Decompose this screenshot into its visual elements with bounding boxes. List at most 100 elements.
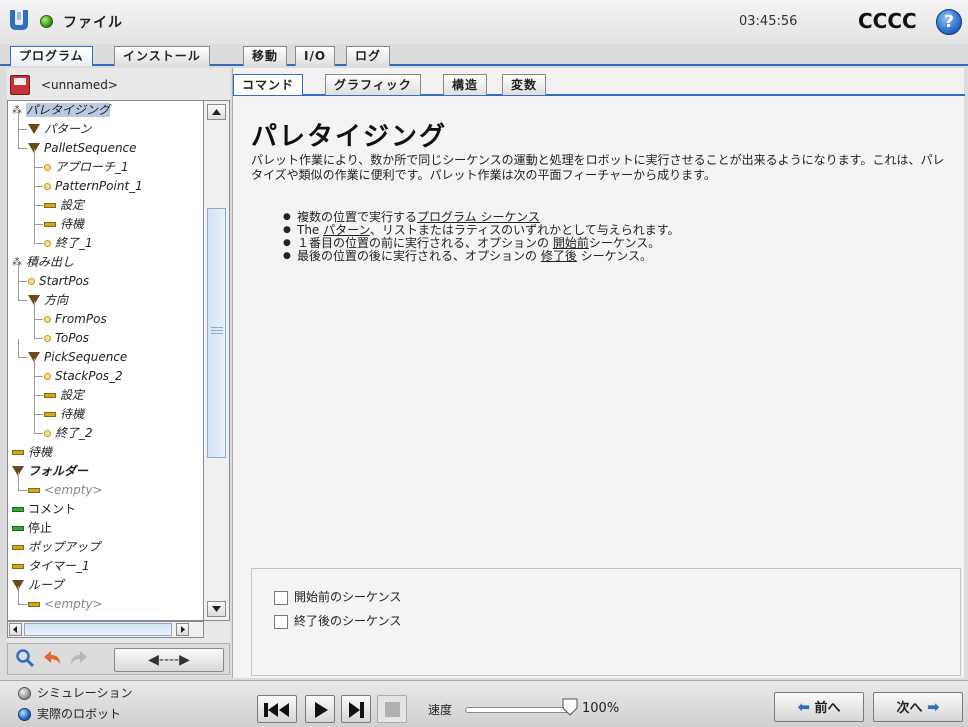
tree-node[interactable]: PatternPoint_1 xyxy=(44,177,143,196)
tree-node-label: <empty> xyxy=(44,483,103,497)
scroll-down-button[interactable] xyxy=(207,601,226,617)
before-start-link[interactable]: 開始前 xyxy=(553,236,589,250)
tree-node-label: PalletSequence xyxy=(44,141,137,155)
tree-node[interactable]: フォルダー xyxy=(12,462,88,481)
tree-node-label: ループ xyxy=(28,578,64,592)
real-robot-mode-option[interactable]: 実際のロボット xyxy=(18,706,121,722)
scroll-up-icon xyxy=(212,109,221,115)
tree-node-label: タイマー_1 xyxy=(28,559,90,573)
tree-node[interactable]: 待機 xyxy=(12,443,52,462)
tree-node[interactable]: 終了_1 xyxy=(44,234,93,253)
tab-program[interactable]: プログラム xyxy=(10,46,93,66)
scroll-right-button[interactable] xyxy=(176,623,189,636)
tree-node-label: パレタイジング xyxy=(26,103,111,117)
tab-structure[interactable]: 構造 xyxy=(443,74,488,95)
pallet-icon: ⁂ xyxy=(12,256,22,268)
tree-node[interactable]: 終了_2 xyxy=(44,424,93,443)
bar-icon xyxy=(44,222,56,227)
tree-node[interactable]: StartPos xyxy=(28,272,89,291)
sub-tab-bar: コマンド グラフィック 構造 変数 xyxy=(233,74,965,96)
step-button[interactable] xyxy=(341,695,371,723)
tree-node[interactable]: コメント xyxy=(12,500,76,519)
tab-command[interactable]: コマンド xyxy=(233,74,304,95)
file-menu[interactable]: ファイル xyxy=(63,12,123,32)
tree-node[interactable]: 停止 xyxy=(12,519,52,538)
description-text: パレット作業により、数か所で同じシーケンスの運動と処理をロボットに実行させること… xyxy=(251,153,945,182)
tree-node[interactable]: アプローチ_1 xyxy=(44,158,129,177)
tab-graphics[interactable]: グラフィック xyxy=(325,74,421,95)
feature-list: 複数の位置で実行するプログラム シーケンス The パターン、リストまたはラティ… xyxy=(283,210,943,264)
tree-node-label: パターン xyxy=(44,122,92,136)
tree-node-label: 積み出し xyxy=(26,255,75,269)
tree-node[interactable]: ポップアップ xyxy=(12,538,100,557)
program-tree[interactable]: ⁂ パレタイジング パターン PalletSequence アプローチ_1 Pattern… xyxy=(7,100,204,621)
speed-slider-handle[interactable] xyxy=(562,698,578,716)
simulation-radio-icon[interactable] xyxy=(18,687,31,700)
program-sequence-link[interactable]: プログラム シーケンス xyxy=(417,210,540,224)
tree-node[interactable]: FromPos xyxy=(44,310,107,329)
tree-node[interactable]: <empty> xyxy=(28,595,103,614)
tree-node[interactable]: 設定 xyxy=(44,386,84,405)
ur-logo-icon xyxy=(10,10,28,30)
tree-node[interactable]: ⁂ 積み出し xyxy=(12,253,74,272)
rewind-button[interactable] xyxy=(257,695,297,723)
tree-node[interactable]: 待機 xyxy=(44,405,84,424)
tab-log[interactable]: ログ xyxy=(346,46,391,66)
tree-node-label: 設定 xyxy=(60,388,85,402)
next-button[interactable]: 次へ ➡ xyxy=(873,692,963,722)
clock: 03:45:56 xyxy=(739,14,798,29)
tree-horizontal-scrollbar[interactable] xyxy=(7,621,204,638)
redo-icon[interactable] xyxy=(68,648,90,670)
tree-node[interactable]: タイマー_1 xyxy=(12,557,90,576)
after-sequence-checkbox[interactable] xyxy=(274,614,288,629)
previous-button[interactable]: ⬅ 前へ xyxy=(774,692,864,722)
tree-node[interactable]: 待機 xyxy=(44,215,84,234)
tree-node[interactable]: パターン xyxy=(28,120,91,139)
save-icon[interactable] xyxy=(10,75,30,95)
tree-node-label: 待機 xyxy=(28,445,53,459)
triangle-icon xyxy=(28,123,40,134)
after-end-link[interactable]: 修了後 xyxy=(541,249,577,263)
tree-node[interactable]: <empty> xyxy=(28,481,103,500)
undo-icon[interactable] xyxy=(41,648,63,670)
tree-node[interactable]: ⁂ パレタイジング xyxy=(12,101,111,120)
search-icon[interactable] xyxy=(14,648,36,670)
arrow-left-icon: ⬅ xyxy=(797,698,811,716)
move-node-button[interactable]: ◀----▶ xyxy=(114,648,224,672)
before-sequence-option[interactable]: 開始前のシーケンス xyxy=(274,589,401,607)
tree-node[interactable]: ToPos xyxy=(44,329,89,348)
tree-vertical-scrollbar[interactable] xyxy=(204,100,230,621)
tree-node[interactable]: PalletSequence xyxy=(28,139,137,158)
tree-node-label: コメント xyxy=(28,502,77,516)
stop-icon xyxy=(385,702,400,717)
tree-node[interactable]: PickSequence xyxy=(28,348,127,367)
tree-node-label: 停止 xyxy=(28,521,53,535)
hscroll-thumb[interactable] xyxy=(24,623,172,636)
scroll-thumb[interactable] xyxy=(207,208,226,458)
play-icon xyxy=(315,702,328,718)
simulation-mode-option[interactable]: シミュレーション xyxy=(18,685,133,701)
help-icon[interactable]: ? xyxy=(936,9,962,35)
before-sequence-checkbox[interactable] xyxy=(274,590,288,605)
play-button[interactable] xyxy=(305,695,335,723)
program-name: <unnamed> xyxy=(41,78,118,92)
scroll-up-button[interactable] xyxy=(207,104,226,120)
tab-io[interactable]: I/O xyxy=(295,46,336,66)
footer-bar: シミュレーション 実際のロボット 速度 100% ⬅ 前へ 次へ ➡ xyxy=(0,680,968,727)
real-robot-radio-icon[interactable] xyxy=(18,708,31,721)
tab-move[interactable]: 移動 xyxy=(243,46,288,66)
tree-node[interactable]: StackPos_2 xyxy=(44,367,123,386)
stop-button[interactable] xyxy=(377,695,407,723)
speed-label: 速度 xyxy=(428,703,453,717)
after-sequence-option[interactable]: 終了後のシーケンス xyxy=(274,613,401,631)
tab-installation[interactable]: インストール xyxy=(114,46,210,66)
tree-node[interactable]: ループ xyxy=(12,576,63,595)
bar-icon xyxy=(28,488,40,493)
command-content: パレタイジング パレット作業により、数か所で同じシーケンスの運動と処理をロボット… xyxy=(233,98,961,676)
tab-variables[interactable]: 変数 xyxy=(502,74,547,95)
scroll-left-button[interactable] xyxy=(9,623,22,636)
tree-node-label: 待機 xyxy=(60,217,85,231)
tree-node[interactable]: 設定 xyxy=(44,196,84,215)
speed-slider[interactable] xyxy=(465,707,570,713)
pattern-link[interactable]: パターン xyxy=(323,223,370,237)
